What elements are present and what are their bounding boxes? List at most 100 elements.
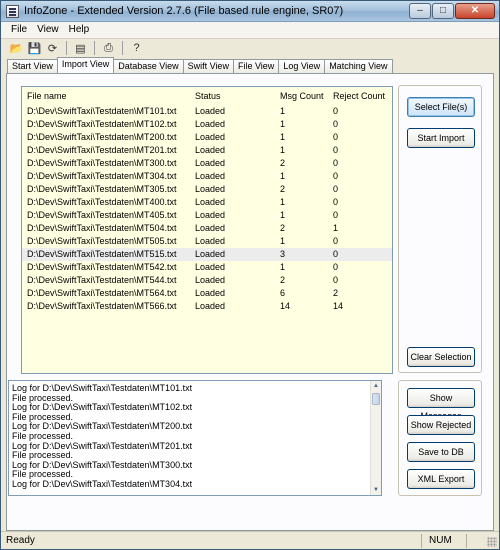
table-row[interactable]: D:\Dev\SwiftTaxi\Testdaten\MT515.txt Load… (22, 248, 392, 261)
table-row[interactable]: D:\Dev\SwiftTaxi\Testdaten\MT304.txt Load… (22, 170, 392, 183)
title-bar[interactable]: InfoZone - Extended Version 2.7.6 (File … (1, 1, 499, 22)
cell-status: Loaded (195, 236, 226, 246)
table-row[interactable]: D:\Dev\SwiftTaxi\Testdaten\MT542.txt Load… (22, 261, 392, 274)
column-header-file-name[interactable]: File name (22, 87, 190, 104)
cell-file-name: D:\Dev\SwiftTaxi\Testdaten\MT505.txt (27, 236, 177, 246)
table-row[interactable]: D:\Dev\SwiftTaxi\Testdaten\MT405.txt Load… (22, 209, 392, 222)
cell-msg-count: 2 (280, 184, 286, 194)
cell-reject-count: 14 (333, 301, 344, 311)
scroll-up-icon[interactable]: ▲ (371, 381, 381, 391)
open-folder-icon[interactable]: 📂 (9, 41, 24, 55)
table-row[interactable]: D:\Dev\SwiftTaxi\Testdaten\MT305.txt Load… (22, 183, 392, 196)
minimize-icon[interactable]: – (409, 3, 431, 19)
cell-msg-count: 1 (280, 236, 286, 246)
table-row[interactable]: D:\Dev\SwiftTaxi\Testdaten\MT564.txt Load… (22, 287, 392, 300)
cell-reject-count: 0 (333, 158, 339, 168)
cell-msg-count: 1 (280, 132, 286, 142)
cell-msg-count: 14 (280, 301, 291, 311)
cell-file-name: D:\Dev\SwiftTaxi\Testdaten\MT566.txt (27, 301, 177, 311)
table-row[interactable]: D:\Dev\SwiftTaxi\Testdaten\MT201.txt Load… (22, 144, 392, 157)
cell-file-name: D:\Dev\SwiftTaxi\Testdaten\MT504.txt (27, 223, 177, 233)
cell-status: Loaded (195, 158, 226, 168)
cell-msg-count: 1 (280, 210, 286, 220)
toolbar: 📂 💾 ⟳ ▤ ⎙? (1, 39, 499, 57)
cell-status: Loaded (195, 106, 226, 116)
menu-help[interactable]: Help (65, 22, 96, 38)
table-row[interactable]: D:\Dev\SwiftTaxi\Testdaten\MT505.txt Load… (22, 235, 392, 248)
cell-msg-count: 6 (280, 288, 286, 298)
show-rejected-button[interactable]: Show Rejected (407, 415, 475, 435)
xml-export-button[interactable]: XML Export (407, 469, 475, 489)
cell-reject-count: 0 (333, 236, 339, 246)
refresh-icon[interactable]: ⟳ (45, 41, 60, 55)
file-list-header: File name Status Msg Count Reject Count (22, 87, 392, 104)
status-divider (421, 534, 422, 548)
cell-status: Loaded (195, 262, 226, 272)
num-lock-indicator: NUM (429, 535, 452, 546)
scroll-thumb[interactable] (372, 393, 380, 405)
tree-view-icon[interactable]: ▤ (73, 41, 88, 55)
table-row[interactable]: D:\Dev\SwiftTaxi\Testdaten\MT400.txt Load… (22, 196, 392, 209)
resize-grip[interactable] (487, 537, 497, 547)
table-row[interactable]: D:\Dev\SwiftTaxi\Testdaten\MT102.txt Load… (22, 118, 392, 131)
menu-view[interactable]: View (33, 22, 65, 38)
toolbar-separator (122, 41, 123, 55)
cell-file-name: D:\Dev\SwiftTaxi\Testdaten\MT200.txt (27, 132, 177, 142)
maximize-icon[interactable]: □ (432, 3, 454, 19)
column-header-reject-count[interactable]: Reject Count (328, 87, 392, 104)
tab-file-view[interactable]: File View (232, 59, 280, 73)
cell-msg-count: 1 (280, 119, 286, 129)
cell-status: Loaded (195, 210, 226, 220)
log-lines: Log for D:\Dev\SwiftTaxi\Testdaten\MT101… (9, 381, 381, 490)
window-title: InfoZone - Extended Version 2.7.6 (File … (24, 5, 344, 17)
tab-strip: Start View Import View Database View Swift … (7, 57, 393, 73)
close-icon[interactable]: ✕ (455, 3, 495, 19)
cell-status: Loaded (195, 249, 226, 259)
column-header-status[interactable]: Status (190, 87, 275, 104)
cell-file-name: D:\Dev\SwiftTaxi\Testdaten\MT201.txt (27, 145, 177, 155)
column-header-msg-count[interactable]: Msg Count (275, 87, 328, 104)
file-actions-group: Select File(s) Start Import Clear Select… (398, 85, 482, 373)
clear-selection-button[interactable]: Clear Selection (407, 347, 475, 367)
import-view-panel: File name Status Msg Count Reject Count … (6, 73, 494, 531)
cell-reject-count: 0 (333, 210, 339, 220)
tab-start-view[interactable]: Start View (7, 59, 58, 73)
table-row[interactable]: D:\Dev\SwiftTaxi\Testdaten\MT300.txt Load… (22, 157, 392, 170)
save-to-db-button[interactable]: Save to DB (407, 442, 475, 462)
menu-bar: File View Help (1, 22, 499, 39)
log-scrollbar[interactable]: ▲ ▼ (370, 381, 381, 495)
start-import-button[interactable]: Start Import (407, 128, 475, 148)
cell-msg-count: 3 (280, 249, 286, 259)
select-files-button[interactable]: Select File(s) (407, 97, 475, 117)
cell-file-name: D:\Dev\SwiftTaxi\Testdaten\MT304.txt (27, 171, 177, 181)
help-icon[interactable]: ? (129, 41, 144, 55)
cell-reject-count: 2 (333, 288, 339, 298)
table-row[interactable]: D:\Dev\SwiftTaxi\Testdaten\MT544.txt Load… (22, 274, 392, 287)
show-messages-button[interactable]: Show Messages (407, 388, 475, 421)
table-row[interactable]: D:\Dev\SwiftTaxi\Testdaten\MT101.txt Load… (22, 105, 392, 118)
cell-reject-count: 0 (333, 275, 339, 285)
cell-status: Loaded (195, 132, 226, 142)
cell-status: Loaded (195, 119, 226, 129)
scroll-down-icon[interactable]: ▼ (371, 485, 381, 495)
tab-matching-view[interactable]: Matching View (324, 59, 393, 73)
file-list[interactable]: File name Status Msg Count Reject Count … (21, 86, 393, 374)
cell-msg-count: 1 (280, 197, 286, 207)
tab-swift-view[interactable]: Swift View (182, 59, 234, 73)
cell-file-name: D:\Dev\SwiftTaxi\Testdaten\MT515.txt (27, 249, 177, 259)
table-row[interactable]: D:\Dev\SwiftTaxi\Testdaten\MT200.txt Load… (22, 131, 392, 144)
tab-database-view[interactable]: Database View (113, 59, 184, 73)
table-row[interactable]: D:\Dev\SwiftTaxi\Testdaten\MT566.txt Load… (22, 300, 392, 313)
cell-msg-count: 2 (280, 158, 286, 168)
log-output[interactable]: Log for D:\Dev\SwiftTaxi\Testdaten\MT101… (8, 380, 382, 496)
tab-import-view[interactable]: Import View (56, 57, 115, 73)
print-icon[interactable]: ⎙ (101, 41, 116, 55)
toolbar-separator (94, 41, 95, 55)
table-row[interactable]: D:\Dev\SwiftTaxi\Testdaten\MT504.txt Load… (22, 222, 392, 235)
tab-log-view[interactable]: Log View (278, 59, 326, 73)
cell-status: Loaded (195, 288, 226, 298)
menu-file[interactable]: File (7, 22, 33, 38)
toolbar-separator (66, 41, 67, 55)
cell-msg-count: 1 (280, 145, 286, 155)
save-icon[interactable]: 💾 (27, 41, 42, 55)
